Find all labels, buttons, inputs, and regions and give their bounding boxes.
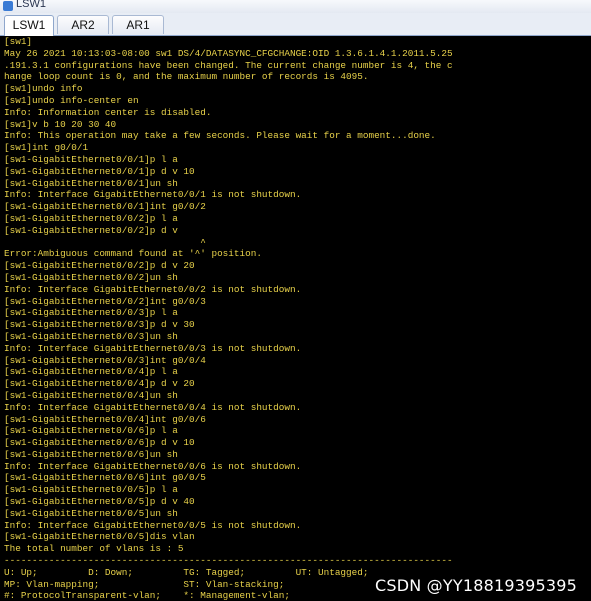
terminal-line: [sw1-GigabitEthernet0/0/1]p d v 10 bbox=[4, 165, 195, 177]
terminal-line: Info: Interface GigabitEthernet0/0/5 is … bbox=[4, 519, 302, 531]
terminal-line: [sw1-GigabitEthernet0/0/2]un sh bbox=[4, 271, 178, 283]
terminal-line: [sw1-GigabitEthernet0/0/5]p d v 40 bbox=[4, 496, 195, 508]
watermark: CSDN @YY18819395395 bbox=[374, 576, 577, 595]
terminal-line: [sw1-GigabitEthernet0/0/5]p l a bbox=[4, 484, 178, 496]
terminal-line: The total number of vlans is : 5 bbox=[4, 543, 184, 555]
terminal-line: [sw1-GigabitEthernet0/0/6]int g0/0/5 bbox=[4, 472, 206, 484]
terminal-line: [sw1]v b 10 20 30 40 bbox=[4, 118, 117, 130]
terminal-line: [sw1-GigabitEthernet0/0/4]p d v 20 bbox=[4, 378, 195, 390]
terminal-line: Info: Information center is disabled. bbox=[4, 106, 212, 118]
terminal-line: [sw1-GigabitEthernet0/0/3]int g0/0/4 bbox=[4, 354, 206, 366]
terminal-line: [sw1]undo info bbox=[4, 83, 83, 95]
terminal-line: Info: Interface GigabitEthernet0/0/3 is … bbox=[4, 342, 302, 354]
terminal-line: [sw1-GigabitEthernet0/0/6]p l a bbox=[4, 425, 178, 437]
terminal-line: ----------------------------------------… bbox=[4, 555, 453, 567]
terminal-output: [sw1] May 26 2021 10:13:03-08:00 sw1 DS/4… bbox=[0, 36, 591, 601]
tab-lsw1[interactable]: LSW1 bbox=[4, 15, 54, 36]
terminal-line: Info: Interface GigabitEthernet0/0/2 is … bbox=[4, 283, 302, 295]
terminal-line: [sw1-GigabitEthernet0/0/5]dis vlan bbox=[4, 531, 195, 543]
terminal-line: Info: Interface GigabitEthernet0/0/4 is … bbox=[4, 401, 302, 413]
terminal-line: [sw1]int g0/0/1 bbox=[4, 142, 89, 154]
terminal-line: [sw1-GigabitEthernet0/0/4]int g0/0/6 bbox=[4, 413, 206, 425]
terminal-line: [sw1-GigabitEthernet0/0/1]int g0/0/2 bbox=[4, 201, 206, 213]
terminal-line: [sw1-GigabitEthernet0/0/1]un sh bbox=[4, 177, 178, 189]
window-titlebar: LSW1 bbox=[0, 0, 591, 14]
terminal-line: [sw1] bbox=[4, 36, 33, 47]
terminal-console[interactable]: [sw1] May 26 2021 10:13:03-08:00 sw1 DS/4… bbox=[0, 36, 591, 601]
terminal-line: Info: This operation may take a few seco… bbox=[4, 130, 436, 142]
terminal-line: [sw1-GigabitEthernet0/0/2]p l a bbox=[4, 212, 178, 224]
terminal-line: [sw1-GigabitEthernet0/0/2]p d v bbox=[4, 224, 178, 236]
terminal-line: Info: Interface GigabitEthernet0/0/6 is … bbox=[4, 460, 302, 472]
terminal-line: [sw1-GigabitEthernet0/0/5]un sh bbox=[4, 507, 178, 519]
terminal-line: [sw1-GigabitEthernet0/0/4]p l a bbox=[4, 366, 178, 378]
terminal-line: .191.3.1 configurations have been change… bbox=[4, 59, 453, 71]
terminal-line: [sw1-GigabitEthernet0/0/3]p d v 30 bbox=[4, 319, 195, 331]
app-icon bbox=[3, 1, 13, 11]
terminal-line: May 26 2021 10:13:03-08:00 sw1 DS/4/DATA… bbox=[4, 47, 453, 59]
terminal-line: [sw1-GigabitEthernet0/0/1]p l a bbox=[4, 153, 178, 165]
terminal-line: [sw1-GigabitEthernet0/0/6]un sh bbox=[4, 448, 178, 460]
terminal-line: [sw1-GigabitEthernet0/0/3]un sh bbox=[4, 330, 178, 342]
terminal-line: [sw1-GigabitEthernet0/0/4]un sh bbox=[4, 389, 178, 401]
terminal-line: Info: Interface GigabitEthernet0/0/1 is … bbox=[4, 189, 302, 201]
terminal-line: [sw1-GigabitEthernet0/0/2]int g0/0/3 bbox=[4, 295, 206, 307]
terminal-line: Error:Ambiguous command found at '^' pos… bbox=[4, 248, 262, 260]
terminal-line: [sw1-GigabitEthernet0/0/6]p d v 10 bbox=[4, 437, 195, 449]
terminal-line: [sw1-GigabitEthernet0/0/3]p l a bbox=[4, 307, 178, 319]
terminal-line: [sw1-GigabitEthernet0/0/2]p d v 20 bbox=[4, 260, 195, 272]
window-title: LSW1 bbox=[16, 0, 46, 10]
tab-ar1[interactable]: AR1 bbox=[112, 15, 164, 34]
terminal-line: ^ bbox=[4, 236, 206, 248]
tab-bar: LSW1 AR2 AR1 bbox=[0, 13, 591, 36]
terminal-line: hange loop count is 0, and the maximum n… bbox=[4, 71, 369, 83]
terminal-line: [sw1]undo info-center en bbox=[4, 94, 139, 106]
tab-ar2[interactable]: AR2 bbox=[57, 15, 109, 34]
